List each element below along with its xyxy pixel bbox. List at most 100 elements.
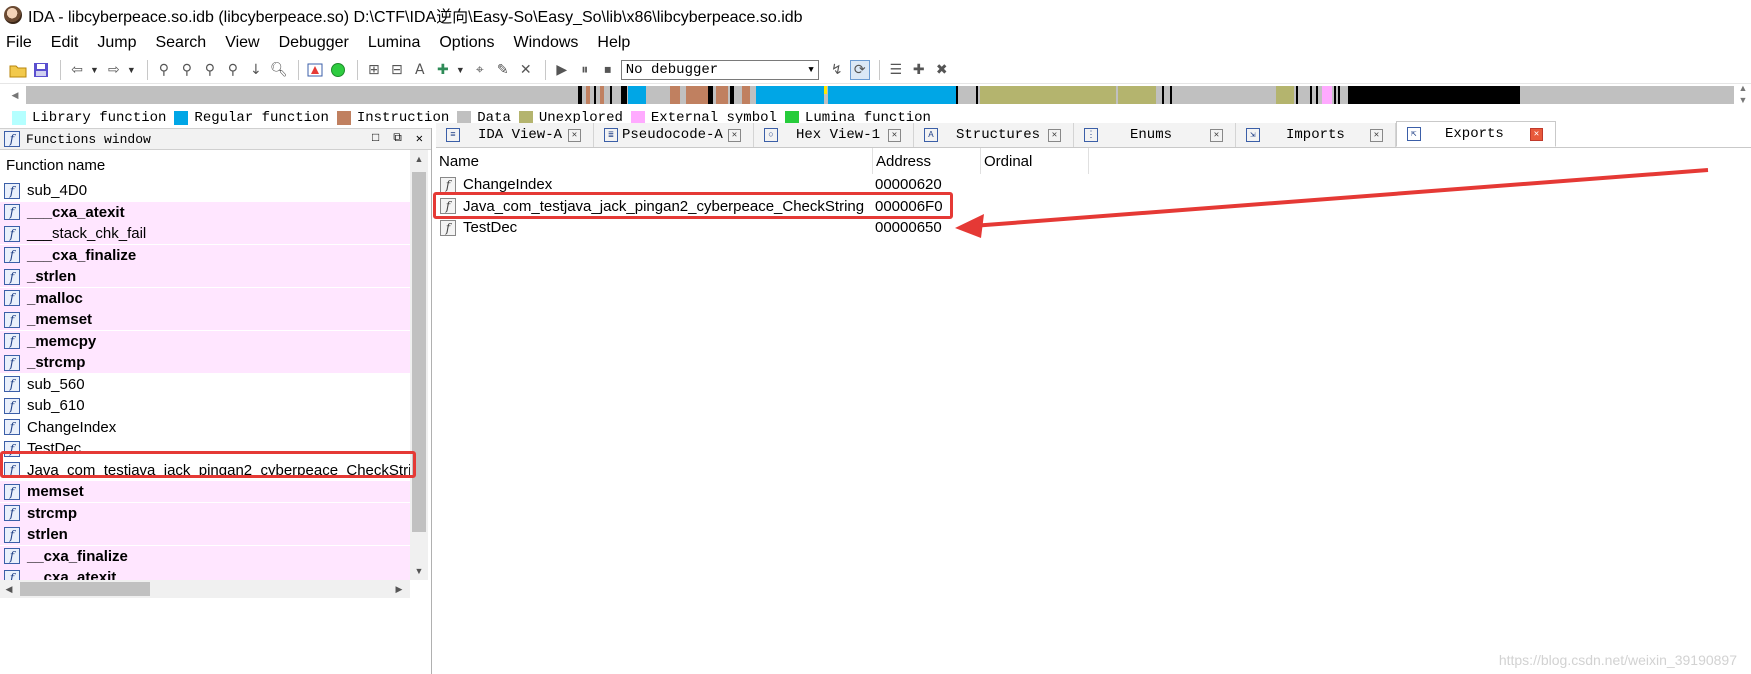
function-list-item[interactable]: f strcmp — [0, 502, 410, 524]
function-list-item[interactable]: f _malloc — [0, 287, 410, 309]
horizontal-scroll-thumb[interactable] — [20, 582, 150, 596]
menu-search[interactable]: Search — [155, 34, 206, 52]
column-header-name[interactable]: Name — [436, 148, 873, 174]
menu-options[interactable]: Options — [439, 34, 494, 52]
function-icon: f — [4, 548, 20, 564]
tab-enums[interactable]: ⋮ Enums ✕ — [1074, 123, 1236, 147]
save-icon[interactable] — [31, 60, 51, 80]
binoculars-hex-icon[interactable]: ⚲ — [200, 60, 220, 80]
forward-dropdown-icon[interactable]: ▼ — [127, 65, 136, 75]
imports-icon: ⇲ — [1246, 128, 1260, 142]
nav-down-arrow-icon[interactable]: ▼ — [1736, 93, 1750, 107]
add-icon[interactable]: ✚ — [433, 60, 453, 80]
binoculars-imm-icon[interactable]: ⚲ — [223, 60, 243, 80]
column-header-ordinal[interactable]: Ordinal — [981, 148, 1089, 174]
table-row[interactable]: f TestDec 00000650 — [436, 217, 1089, 238]
tab-close-icon[interactable]: ✕ — [1048, 128, 1061, 142]
function-list-item[interactable]: f _strcmp — [0, 352, 410, 373]
function-list-item[interactable]: f ___cxa_finalize — [0, 244, 410, 266]
function-list-item[interactable]: f _memset — [0, 309, 410, 330]
green-circle-icon[interactable] — [328, 60, 348, 80]
delete-breakpoint-icon[interactable]: ✖ — [932, 60, 952, 80]
export-name-cell: f ChangeIndex — [436, 176, 873, 193]
tab-pseudocode-a[interactable]: ≣ Pseudocode-A ✕ — [594, 123, 754, 147]
tab-hex-view-1[interactable]: ○ Hex View-1 ✕ — [754, 123, 914, 147]
function-list-item[interactable]: f __cxa_finalize — [0, 545, 410, 567]
play-icon[interactable]: ▶ — [552, 60, 572, 80]
down-arrow-icon[interactable]: ↓ — [246, 60, 266, 80]
scroll-down-icon[interactable]: ▼ — [410, 562, 428, 580]
menu-view[interactable]: View — [225, 34, 259, 52]
undefine-icon[interactable]: ✕ — [516, 60, 536, 80]
functions-vertical-scrollbar[interactable]: ▲ ▼ — [410, 150, 428, 580]
functions-horizontal-scrollbar[interactable]: ◀ ▶ — [0, 580, 410, 598]
scroll-right-icon[interactable]: ▶ — [390, 580, 408, 598]
nav-band-track[interactable] — [26, 86, 1734, 104]
float-icon[interactable]: ⧉ — [393, 131, 402, 146]
breakpoint-list-icon[interactable]: ☰ — [886, 60, 906, 80]
tab-structures[interactable]: A Structures ✕ — [914, 123, 1074, 147]
debugger-select[interactable]: No debugger ▼ — [620, 59, 819, 80]
tab-close-icon[interactable]: ✕ — [888, 128, 901, 142]
stop-icon[interactable]: ⏹ — [598, 60, 618, 80]
function-name: ___cxa_finalize — [27, 246, 137, 264]
function-list-item[interactable]: f memset — [0, 481, 410, 502]
function-list-item[interactable]: f sub_610 — [0, 395, 410, 416]
tab-close-icon[interactable]: ✕ — [1370, 128, 1383, 142]
menu-debugger[interactable]: Debugger — [279, 34, 349, 52]
forward-arrow-icon[interactable]: ⇨ — [104, 60, 124, 80]
function-list-item[interactable]: f sub_4D0 — [0, 180, 410, 201]
patch-icon[interactable]: ✎ — [493, 60, 513, 80]
refresh-icon[interactable]: ⟳ — [849, 59, 870, 80]
pause-icon[interactable]: ⏸ — [575, 60, 595, 80]
menu-bar: File Edit Jump Search View Debugger Lumi… — [0, 30, 1751, 56]
menu-windows[interactable]: Windows — [513, 34, 578, 52]
menu-help[interactable]: Help — [597, 34, 630, 52]
menu-edit[interactable]: Edit — [51, 34, 79, 52]
function-list-item[interactable]: f ___cxa_atexit — [0, 201, 410, 223]
open-file-icon[interactable] — [8, 60, 28, 80]
binoculars-text-icon[interactable]: ⚲ — [154, 60, 174, 80]
function-list-item[interactable]: f ___stack_chk_fail — [0, 223, 410, 244]
back-dropdown-icon[interactable]: ▼ — [90, 65, 99, 75]
exports-table-header: Name Address Ordinal — [436, 148, 1089, 174]
close-icon[interactable]: ✕ — [416, 131, 423, 146]
function-list-item[interactable]: f sub_560 — [0, 374, 410, 395]
tab-exports[interactable]: ⇱ Exports ✕ — [1396, 121, 1556, 147]
search-icon[interactable]: 🔍︎ — [269, 60, 289, 80]
column-header-address[interactable]: Address — [873, 148, 981, 174]
back-arrow-icon[interactable]: ⇦ — [67, 60, 87, 80]
scroll-left-icon[interactable]: ◀ — [0, 580, 18, 598]
add-dropdown-icon[interactable]: ▼ — [456, 65, 465, 75]
data-icon[interactable]: ⊟ — [387, 60, 407, 80]
graph-overview-icon[interactable] — [305, 60, 325, 80]
scroll-up-icon[interactable]: ▲ — [410, 150, 428, 168]
function-list-item[interactable]: f _memcpy — [0, 330, 410, 352]
maximize-icon[interactable]: □ — [372, 131, 379, 146]
navigation-band[interactable]: ◀ ▲ ▼ — [8, 83, 1751, 107]
tab-ida-view-a[interactable]: ≡ IDA View-A ✕ — [436, 123, 594, 147]
binoculars-next-icon[interactable]: ⚲ — [177, 60, 197, 80]
operand-icon[interactable]: ⌖ — [470, 60, 490, 80]
function-list-item[interactable]: f _strlen — [0, 266, 410, 287]
string-icon[interactable]: A — [410, 60, 430, 80]
function-name-column-header[interactable]: Function name — [0, 150, 410, 180]
tab-imports[interactable]: ⇲ Imports ✕ — [1236, 123, 1396, 147]
step-into-icon[interactable]: ↯ — [827, 60, 847, 80]
tab-close-icon[interactable]: ✕ — [728, 128, 741, 142]
function-list-item[interactable]: f strlen — [0, 524, 410, 545]
toolbar-separator — [297, 59, 299, 80]
menu-file[interactable]: File — [6, 34, 32, 52]
tab-close-icon[interactable]: ✕ — [1210, 128, 1223, 142]
menu-lumina[interactable]: Lumina — [368, 34, 420, 52]
menu-jump[interactable]: Jump — [97, 34, 136, 52]
tab-close-icon[interactable]: ✕ — [1530, 127, 1543, 141]
code-icon[interactable]: ⊞ — [364, 60, 384, 80]
watermark: https://blog.csdn.net/weixin_39190897 — [1498, 652, 1737, 668]
nav-left-arrow-icon[interactable]: ◀ — [8, 84, 22, 106]
tab-close-icon[interactable]: ✕ — [568, 128, 581, 142]
add-breakpoint-icon[interactable]: ✚ — [909, 60, 929, 80]
function-list-item[interactable]: f ChangeIndex — [0, 417, 410, 438]
vertical-scroll-thumb[interactable] — [412, 172, 426, 532]
function-icon: f — [4, 290, 20, 306]
